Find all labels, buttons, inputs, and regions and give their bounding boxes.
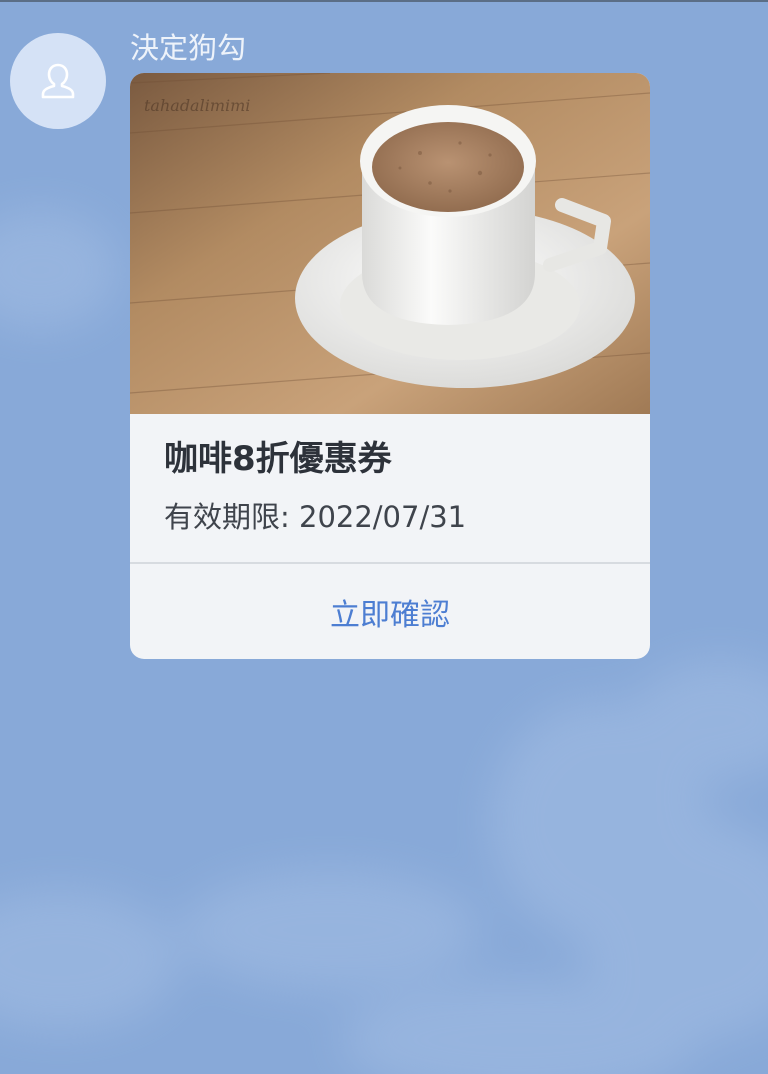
coffee-cup-photo: tahadalimimi — [130, 73, 650, 414]
coupon-validity: 有效期限: 2022/07/31 — [164, 500, 467, 534]
sender-name: 決定狗勾 — [130, 31, 247, 65]
coupon-title: 咖啡8折優惠券 — [164, 439, 392, 479]
sender-avatar[interactable] — [10, 33, 106, 129]
confirm-button[interactable]: 立即確認 — [130, 564, 650, 659]
person-icon — [41, 63, 75, 99]
coupon-card[interactable]: tahadalimimi 咖啡8折優惠券 有效期限: 2022/07/31 立即… — [130, 73, 650, 659]
watermark-text: tahadalimimi — [144, 96, 250, 115]
